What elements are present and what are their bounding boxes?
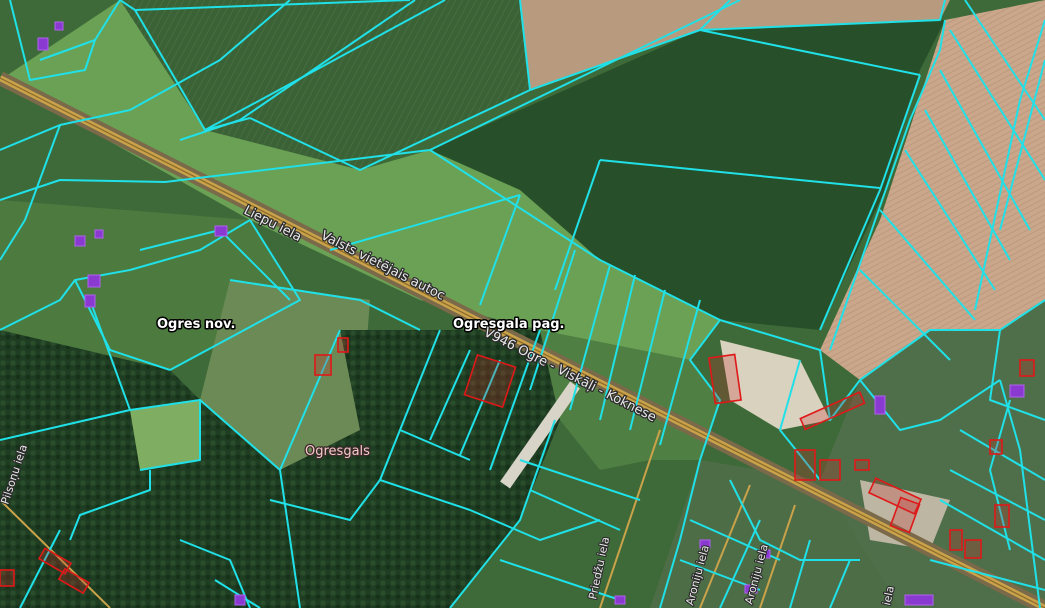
building-footprint[interactable] — [0, 569, 15, 587]
aerial-imagery — [0, 0, 1045, 608]
building-footprint[interactable] — [214, 225, 228, 237]
meadow-patch — [130, 400, 200, 470]
village-label: Ogresgals — [305, 444, 370, 459]
building-footprint[interactable] — [994, 504, 1010, 528]
building-footprint[interactable] — [1009, 384, 1025, 398]
building-footprint[interactable] — [614, 595, 626, 605]
building-footprint[interactable] — [819, 459, 841, 481]
building-footprint[interactable] — [904, 594, 934, 606]
building-footprint[interactable] — [949, 529, 963, 551]
building-footprint[interactable] — [94, 229, 104, 239]
building-footprint[interactable] — [54, 21, 64, 31]
building-footprint[interactable] — [964, 539, 982, 559]
building-footprint[interactable] — [84, 294, 96, 308]
building-footprint[interactable] — [337, 337, 349, 353]
parish-label: Ogresgala pag. — [453, 317, 564, 332]
building-footprint[interactable] — [989, 439, 1003, 455]
building-footprint[interactable] — [874, 395, 886, 415]
municipality-label: Ogres nov. — [157, 317, 235, 332]
building-footprint[interactable] — [314, 354, 332, 376]
cadastral-map[interactable]: Ogres nov. Ogresgala pag. Ogresgals Liep… — [0, 0, 1045, 608]
building-footprint[interactable] — [234, 594, 246, 606]
building-footprint[interactable] — [37, 37, 49, 51]
building-footprint[interactable] — [87, 274, 101, 288]
building-footprint[interactable] — [794, 449, 816, 481]
building-footprint[interactable] — [854, 459, 870, 471]
map-canvas[interactable]: Ogres nov. Ogresgala pag. Ogresgals Liep… — [0, 0, 1045, 608]
building-footprint[interactable] — [74, 235, 86, 247]
building-footprint[interactable] — [708, 353, 742, 405]
building-footprint[interactable] — [1019, 359, 1035, 377]
